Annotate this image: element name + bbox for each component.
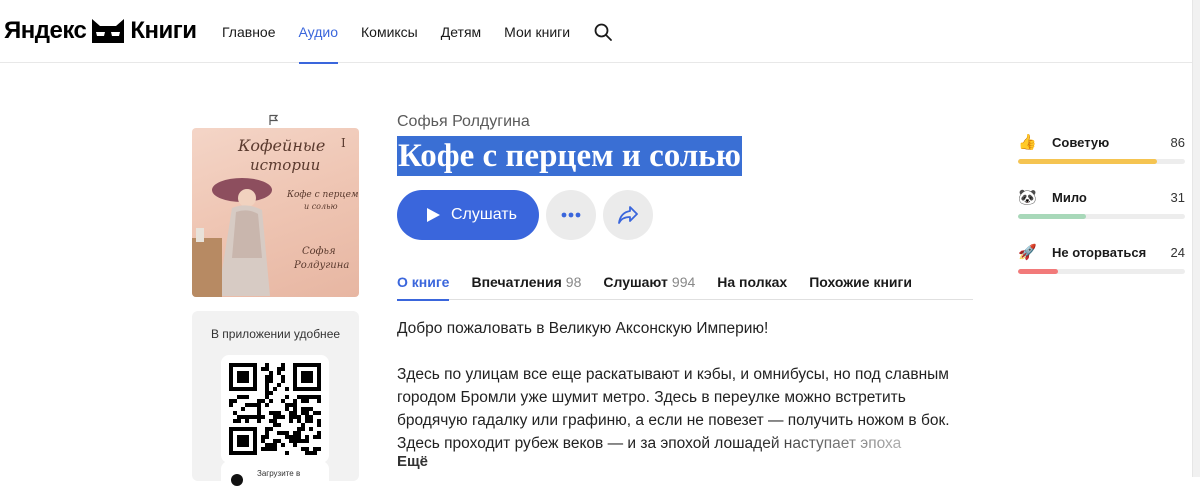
nav-item-my-books[interactable]: Мои книги bbox=[504, 0, 570, 63]
tab-listening[interactable]: Слушают 994 bbox=[603, 262, 695, 300]
more-icon bbox=[561, 212, 581, 218]
description-paragraph: Добро пожаловать в Великую Аксонскую Имп… bbox=[397, 320, 769, 337]
cover-series-line1: Кофейные bbox=[238, 136, 326, 155]
listen-label: Слушать bbox=[451, 206, 517, 223]
rating-count: 31 bbox=[1170, 190, 1185, 205]
rating-page-turner[interactable]: 🚀 Не оторваться 24 bbox=[1018, 243, 1185, 283]
panda-icon: 🐼 bbox=[1018, 189, 1037, 206]
tab-on-shelves[interactable]: На полках bbox=[717, 262, 787, 300]
book-title: Кофе с перцем и солью bbox=[397, 136, 742, 176]
qr-code bbox=[221, 355, 329, 463]
tab-about[interactable]: О книге bbox=[397, 262, 450, 301]
header: Яндекс Книги Главное Аудио Комиксы Детям… bbox=[0, 0, 1192, 64]
share-icon bbox=[618, 206, 638, 224]
search-icon[interactable] bbox=[593, 22, 613, 42]
logo-word-books: Книги bbox=[130, 17, 197, 44]
tab-similar[interactable]: Похожие книги bbox=[809, 262, 912, 300]
cover-volume: I bbox=[341, 136, 346, 150]
cat-logo-icon bbox=[92, 19, 125, 43]
rating-bar-fill bbox=[1018, 269, 1059, 274]
rating-label: Мило bbox=[1052, 190, 1087, 205]
impressions-count: 98 bbox=[565, 274, 582, 290]
nav-item-audio[interactable]: Аудио bbox=[298, 0, 338, 64]
main-nav: Главное Аудио Комиксы Детям Мои книги bbox=[222, 0, 613, 64]
app-promo-caption: В приложении удобнее bbox=[210, 327, 341, 341]
scrollbar[interactable] bbox=[1192, 0, 1200, 477]
nav-item-comics[interactable]: Комиксы bbox=[361, 0, 418, 63]
thumbs-up-icon: 👍 bbox=[1018, 134, 1037, 151]
rating-count: 86 bbox=[1170, 135, 1185, 150]
apple-icon bbox=[231, 474, 243, 486]
rating-bar bbox=[1018, 269, 1185, 274]
rating-bar bbox=[1018, 159, 1185, 164]
rating-bar-fill bbox=[1018, 214, 1087, 219]
book-tabs: О книге Впечатления 98 Слушают 994 На полк… bbox=[397, 262, 973, 301]
app-promo: В приложении удобнее Загрузите в bbox=[192, 311, 359, 491]
rating-cute[interactable]: 🐼 Мило 31 bbox=[1018, 188, 1185, 228]
nav-item-kids[interactable]: Детям bbox=[441, 0, 481, 63]
app-store-button[interactable]: Загрузите в bbox=[221, 461, 329, 491]
cover-series-line2: истории bbox=[250, 156, 321, 174]
cover-author-line1: Софья bbox=[302, 246, 336, 257]
cover-author-line2: Ролдугина bbox=[294, 260, 350, 271]
rating-recommend[interactable]: 👍 Советую 86 bbox=[1018, 133, 1185, 173]
more-button[interactable] bbox=[546, 190, 596, 240]
cover-title-line2: и солью bbox=[304, 202, 338, 211]
yandex-books-logo[interactable]: Яндекс Книги bbox=[4, 14, 197, 48]
rating-label: Советую bbox=[1052, 135, 1110, 150]
listening-count: 994 bbox=[671, 274, 696, 290]
nav-item-home[interactable]: Главное bbox=[222, 0, 276, 63]
share-button[interactable] bbox=[603, 190, 653, 240]
book-description: Добро пожаловать в Великую Аксонскую Имп… bbox=[397, 317, 977, 478]
play-icon bbox=[427, 208, 440, 222]
cover-illustration bbox=[192, 178, 272, 297]
qr-code-image bbox=[229, 363, 321, 455]
listen-button[interactable]: Слушать bbox=[397, 190, 539, 240]
book-cover[interactable]: Кофейные истории I Кофе с перцем и солью… bbox=[192, 128, 359, 297]
rating-count: 24 bbox=[1170, 245, 1185, 260]
cover-title-line1: Кофе с перцем bbox=[287, 190, 359, 200]
show-more-link[interactable]: Ещё bbox=[397, 453, 428, 470]
rating-bar bbox=[1018, 214, 1185, 219]
tab-impressions[interactable]: Впечатления 98 bbox=[471, 262, 581, 300]
flag-icon[interactable] bbox=[268, 114, 280, 126]
rating-bar-fill bbox=[1018, 159, 1157, 164]
description-fade bbox=[397, 432, 977, 455]
rating-label: Не оторваться bbox=[1052, 245, 1147, 260]
logo-word-yandex: Яндекс bbox=[4, 17, 87, 44]
book-author[interactable]: Софья Ролдугина bbox=[397, 113, 530, 131]
rocket-icon: 🚀 bbox=[1018, 244, 1037, 261]
